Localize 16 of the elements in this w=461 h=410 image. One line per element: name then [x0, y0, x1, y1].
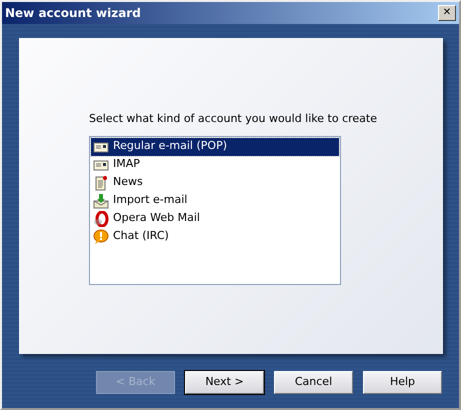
list-item[interactable]: IMAP: [91, 156, 339, 174]
list-item[interactable]: Import e-mail: [91, 192, 339, 210]
list-item[interactable]: Opera Web Mail: [91, 210, 339, 228]
dialog-button[interactable]: Next >: [185, 371, 264, 394]
list-item[interactable]: Chat (IRC): [91, 228, 339, 246]
speech-bubble-icon: [93, 228, 109, 244]
window-title: New account wizard: [5, 5, 141, 22]
list-item[interactable]: Regular e-mail (POP): [91, 138, 339, 156]
dialog-button[interactable]: Cancel: [274, 371, 353, 394]
close-button[interactable]: ✕: [438, 5, 456, 21]
dialog-button[interactable]: Help: [363, 371, 442, 394]
list-item[interactable]: News: [91, 174, 339, 192]
prompt-text: Select what kind of account you would like to create: [89, 111, 378, 127]
import-icon: [93, 192, 109, 208]
note-icon: [93, 174, 109, 190]
o-logo-icon: [93, 210, 109, 226]
